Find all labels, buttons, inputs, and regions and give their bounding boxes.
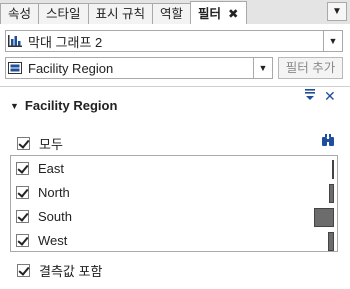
frequency-bar-north bbox=[329, 184, 334, 203]
frequency-bar-west bbox=[328, 232, 334, 251]
frequency-bar-east bbox=[332, 160, 334, 179]
include-missing-row[interactable]: 결측값 포함 bbox=[17, 261, 102, 280]
south-label: South bbox=[38, 208, 72, 224]
filter-data-item-value: Facility Region bbox=[28, 60, 114, 76]
west-checkbox[interactable] bbox=[16, 233, 29, 247]
east-checkbox[interactable] bbox=[16, 161, 29, 175]
select-all-label: 모두 bbox=[39, 137, 63, 152]
east-label: East bbox=[38, 160, 65, 176]
tab-filters-label: 필터 bbox=[198, 7, 222, 21]
north-checkbox[interactable] bbox=[16, 185, 29, 199]
menu-icon[interactable] bbox=[304, 88, 316, 102]
tab-filters[interactable]: 필터 ✖ bbox=[190, 1, 247, 25]
filter-section-title: Facility Region bbox=[24, 98, 118, 113]
tab-display-rules[interactable]: 표시 규칙 bbox=[87, 3, 154, 24]
add-filter-button[interactable]: 필터 추가 bbox=[278, 57, 343, 79]
filter-data-item-selector[interactable]: Facility Region ▼ bbox=[5, 57, 273, 79]
bar-chart-icon bbox=[6, 32, 24, 50]
south-checkbox[interactable] bbox=[16, 209, 29, 223]
tab-bar: 속성 스타일 표시 규칙 역할 필터 ✖ ▼ bbox=[0, 0, 350, 25]
list-item-west[interactable]: West bbox=[16, 230, 67, 250]
select-all-checkbox[interactable] bbox=[17, 137, 30, 150]
object-selector-value: 막대 그래프 2 bbox=[28, 34, 103, 50]
tab-roles[interactable]: 역할 bbox=[152, 3, 192, 24]
west-label: West bbox=[38, 232, 68, 248]
binoculars-icon[interactable] bbox=[321, 134, 335, 150]
chevron-down-icon[interactable]: ▼ bbox=[323, 31, 342, 51]
tab-style[interactable]: 스타일 bbox=[38, 3, 89, 24]
category-icon bbox=[6, 59, 24, 77]
tab-close-icon[interactable]: ✖ bbox=[228, 7, 238, 21]
include-missing-checkbox[interactable] bbox=[17, 264, 30, 277]
chevron-down-icon[interactable]: ▼ bbox=[253, 58, 272, 78]
include-missing-label: 결측값 포함 bbox=[39, 264, 103, 279]
collapse-chevron-icon[interactable]: ▼ bbox=[10, 101, 19, 111]
object-selector[interactable]: 막대 그래프 2 ▼ bbox=[5, 30, 343, 52]
filter-values-list: East North South West bbox=[10, 155, 338, 252]
list-item-south[interactable]: South bbox=[16, 206, 72, 226]
select-all-row[interactable]: 모두 bbox=[17, 134, 63, 153]
north-label: North bbox=[38, 184, 70, 200]
filter-section-header[interactable]: ▼ Facility Region bbox=[10, 98, 117, 113]
list-item-east[interactable]: East bbox=[16, 158, 64, 178]
frequency-bar-south bbox=[314, 208, 334, 227]
filter-panel: 막대 그래프 2 ▼ Facility Region ▼ 필터 추가 ▼ Fac… bbox=[0, 24, 350, 289]
remove-filter-icon[interactable]: ✕ bbox=[324, 88, 336, 105]
divider bbox=[0, 86, 350, 87]
tab-properties[interactable]: 속성 bbox=[0, 3, 40, 24]
list-item-north[interactable]: North bbox=[16, 182, 70, 202]
tab-list-dropdown-icon[interactable]: ▼ bbox=[327, 2, 347, 21]
